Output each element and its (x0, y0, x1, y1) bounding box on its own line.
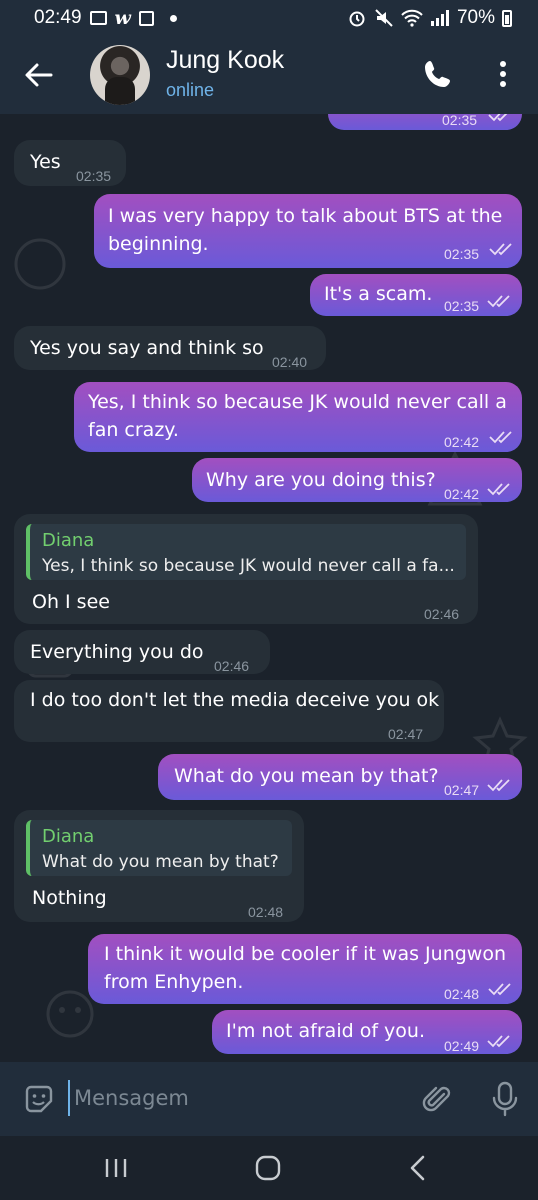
wifi-icon (401, 9, 423, 27)
home-icon[interactable] (254, 1154, 282, 1182)
recents-icon[interactable] (104, 1156, 128, 1180)
message-text: It's a scam. (324, 283, 433, 305)
message-bubble-outgoing[interactable]: 02:35 (328, 114, 522, 130)
message-time: 02:47 (388, 726, 424, 742)
message-input[interactable] (74, 1080, 374, 1116)
reply-text: Yes, I think so because JK would never c… (42, 556, 455, 576)
system-nav-bar (0, 1136, 538, 1200)
message-bubble-incoming[interactable]: Diana What do you mean by that? Nothing … (14, 810, 304, 922)
message-time: 02:35 (442, 114, 478, 128)
microphone-icon[interactable] (490, 1080, 520, 1118)
message-text: I'm not afraid of you. (226, 1020, 425, 1042)
message-text: Yes (30, 151, 61, 173)
message-time: 02:35 (76, 168, 112, 184)
phone-icon[interactable] (420, 56, 456, 92)
message-time: 02:49 (444, 1038, 480, 1054)
message-time: 02:46 (424, 606, 460, 622)
vertical-dots-icon[interactable] (488, 56, 518, 92)
message-bubble-incoming[interactable]: Yes you say and think so 02:40 (14, 326, 326, 370)
message-time: 02:48 (248, 904, 284, 920)
background-doodle-icon (14, 238, 66, 290)
message-bubble-outgoing[interactable]: Why are you doing this? 02:42 (192, 458, 522, 502)
mute-icon (375, 9, 393, 27)
message-bubble-outgoing[interactable]: Yes, I think so because JK would never c… (74, 382, 522, 452)
message-time: 02:42 (444, 434, 480, 450)
sticker-smile-icon[interactable] (22, 1082, 56, 1116)
signal-icon (430, 10, 449, 26)
text-cursor (68, 1080, 70, 1116)
message-bubble-outgoing[interactable]: I was very happy to talk about BTS at th… (94, 194, 522, 268)
double-check-icon (487, 483, 510, 496)
message-text: Yes you say and think so (30, 337, 264, 359)
notification-dot-icon (169, 14, 177, 22)
battery-percent: 70% (456, 7, 495, 28)
message-composer (0, 1062, 538, 1136)
message-time: 02:35 (444, 246, 480, 262)
message-text: Oh I see (32, 591, 110, 613)
chat-header: Jung Kook online (0, 36, 538, 114)
reply-quote[interactable]: Diana Yes, I think so because JK would n… (26, 524, 466, 580)
message-bubble-incoming[interactable]: Yes 02:35 (14, 140, 126, 186)
message-time: 02:48 (444, 986, 480, 1002)
battery-icon (502, 9, 512, 27)
double-check-icon (489, 243, 512, 256)
contact-status: online (166, 80, 215, 100)
reply-author: Diana (42, 530, 95, 551)
message-bubble-outgoing[interactable]: I think it would be cooler if it was Jun… (88, 934, 522, 1004)
status-time: 02:49 (34, 7, 82, 28)
back-arrow-icon[interactable] (22, 58, 56, 92)
message-text: Nothing (32, 887, 107, 909)
message-bubble-outgoing[interactable]: What do you mean by that? 02:47 (158, 754, 522, 800)
message-list[interactable]: 02:35 Yes 02:35 I was very happy to talk… (0, 114, 538, 1062)
message-text: I do too don't let the media deceive you… (30, 689, 440, 711)
message-bubble-incoming[interactable]: Diana Yes, I think so because JK would n… (14, 514, 478, 624)
w-app-icon: w (114, 7, 131, 29)
contact-name[interactable]: Jung Kook (166, 46, 284, 75)
message-bubble-incoming[interactable]: Everything you do 02:46 (14, 630, 270, 674)
alarm-icon (349, 11, 365, 27)
back-chevron-icon[interactable] (408, 1154, 428, 1182)
message-time: 02:47 (444, 782, 480, 798)
double-check-icon (488, 114, 508, 122)
paperclip-icon[interactable] (420, 1082, 454, 1116)
reply-text: What do you mean by that? (42, 852, 279, 872)
message-text: What do you mean by that? (174, 765, 439, 787)
message-text: Why are you doing this? (206, 469, 436, 491)
message-time: 02:40 (272, 354, 308, 370)
message-time: 02:35 (444, 298, 480, 314)
message-bubble-outgoing[interactable]: It's a scam. 02:35 (310, 274, 522, 316)
gallery-icon (89, 11, 107, 25)
double-check-icon (488, 983, 511, 996)
status-bar: 02:49 w 70% (0, 0, 538, 36)
message-bubble-outgoing[interactable]: I'm not afraid of you. 02:49 (212, 1010, 522, 1054)
reply-author: Diana (42, 826, 95, 847)
avatar[interactable] (90, 45, 150, 105)
message-time: 02:42 (444, 486, 480, 502)
message-bubble-incoming[interactable]: I do too don't let the media deceive you… (14, 680, 444, 742)
message-time: 02:46 (214, 658, 250, 674)
reply-quote[interactable]: Diana What do you mean by that? (26, 820, 292, 876)
double-check-icon (489, 431, 512, 444)
message-text: Everything you do (30, 641, 204, 663)
windows-icon (138, 10, 154, 26)
double-check-icon (487, 295, 510, 308)
double-check-icon (487, 779, 510, 792)
double-check-icon (487, 1035, 510, 1048)
